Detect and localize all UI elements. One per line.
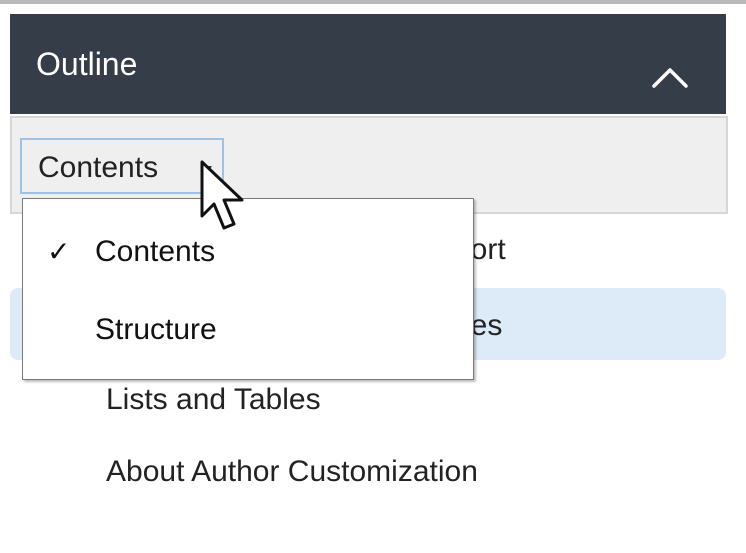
chevron-up-icon[interactable] [646,58,694,94]
menu-item-label: Structure [95,313,217,346]
mouse-pointer-icon [200,160,244,230]
outline-title: Outline [36,46,138,82]
top-divider [0,0,746,4]
outline-item[interactable]: About Author Customization [106,452,478,492]
outline-item-label: About Author Customization [106,455,478,488]
view-mode-select[interactable]: Contents [20,138,224,194]
outline-panel-header[interactable]: Outline [10,14,726,114]
outline-item-label: Lists and Tables [106,383,321,416]
view-mode-select-value: Contents [38,151,159,184]
outline-item[interactable]: Lists and Tables [106,380,321,420]
checkmark-icon: ✓ [47,235,71,268]
menu-item-structure[interactable]: Structure [23,301,473,361]
